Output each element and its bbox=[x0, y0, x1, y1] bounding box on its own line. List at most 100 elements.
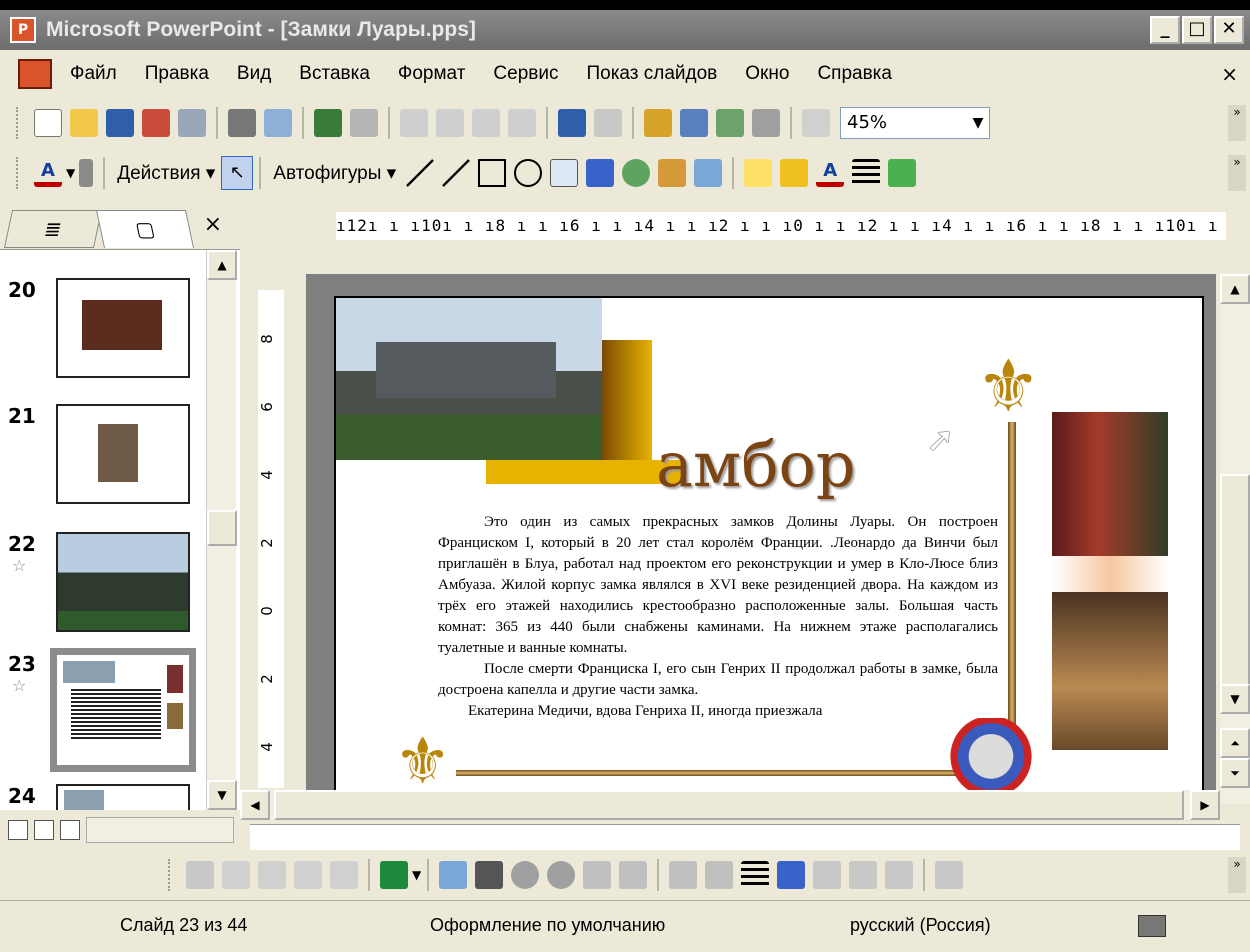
document-icon[interactable] bbox=[18, 59, 52, 89]
text-box-icon[interactable] bbox=[550, 159, 579, 187]
actions-menu[interactable]: Действия ▾ bbox=[111, 162, 221, 185]
minimize-button[interactable]: _ bbox=[1150, 16, 1180, 44]
save-icon[interactable] bbox=[106, 109, 134, 137]
notes-pane[interactable] bbox=[250, 824, 1240, 850]
email-icon[interactable] bbox=[178, 109, 206, 137]
next-slide-icon[interactable]: ⏷ bbox=[1220, 758, 1250, 788]
previous-slide-icon[interactable]: ⏶ bbox=[1220, 728, 1250, 758]
scroll-up-icon[interactable]: ▲ bbox=[207, 250, 237, 280]
align-icon[interactable] bbox=[294, 861, 322, 889]
normal-view-icon[interactable] bbox=[8, 820, 28, 840]
spelling-icon[interactable] bbox=[314, 109, 342, 137]
tab-outline[interactable]: ≣ bbox=[3, 210, 103, 248]
slide-text[interactable]: Это один из самых прекрасных замков Доли… bbox=[438, 512, 998, 722]
wordart-icon[interactable] bbox=[586, 159, 615, 187]
permission-icon[interactable] bbox=[142, 109, 170, 137]
toolbar-grip[interactable] bbox=[16, 107, 22, 139]
slide-thumbnail-20[interactable] bbox=[56, 278, 190, 378]
line-color-icon[interactable] bbox=[780, 159, 809, 187]
shadow-style-icon[interactable] bbox=[888, 159, 917, 187]
menu-view[interactable]: Вид bbox=[237, 63, 271, 85]
toolbar-options-icon[interactable]: » bbox=[1228, 155, 1246, 191]
copy-icon[interactable] bbox=[436, 109, 464, 137]
fill-color-icon[interactable] bbox=[744, 159, 773, 187]
redo-icon[interactable] bbox=[594, 109, 622, 137]
chevron-down-icon[interactable]: ▼ bbox=[967, 108, 989, 138]
reset-picture-icon[interactable] bbox=[935, 861, 964, 889]
scroll-left-icon[interactable]: ◀ bbox=[240, 790, 270, 820]
diagram-icon[interactable] bbox=[622, 159, 651, 187]
percent-icon[interactable] bbox=[186, 861, 214, 889]
bring-forward-icon[interactable] bbox=[222, 861, 250, 889]
menu-file[interactable]: Файл bbox=[70, 63, 117, 85]
scroll-down-icon[interactable]: ▼ bbox=[207, 780, 237, 810]
send-backward-icon[interactable] bbox=[258, 861, 286, 889]
menu-help[interactable]: Справка bbox=[817, 63, 892, 85]
color-icon[interactable] bbox=[475, 861, 504, 889]
toolbar-grip[interactable] bbox=[168, 859, 174, 891]
spelling-status-icon[interactable] bbox=[1138, 915, 1166, 937]
select-objects-icon[interactable]: ↖ bbox=[221, 156, 254, 190]
toolbar-options-icon[interactable] bbox=[79, 159, 94, 187]
line-icon[interactable] bbox=[406, 159, 435, 187]
scroll-right-icon[interactable]: ▶ bbox=[1190, 790, 1220, 820]
clip-art-icon[interactable] bbox=[658, 159, 687, 187]
undo-icon[interactable] bbox=[558, 109, 586, 137]
set-transparent-icon[interactable] bbox=[885, 861, 914, 889]
menu-format[interactable]: Формат bbox=[398, 63, 466, 85]
maximize-button[interactable]: □ bbox=[1182, 16, 1212, 44]
rectangle-icon[interactable] bbox=[478, 159, 507, 187]
research-icon[interactable] bbox=[350, 109, 378, 137]
oval-icon[interactable] bbox=[514, 159, 543, 187]
print-preview-icon[interactable] bbox=[264, 109, 292, 137]
menu-window[interactable]: Окно bbox=[745, 63, 789, 85]
color-grayscale-icon[interactable] bbox=[752, 109, 780, 137]
scroll-down-icon[interactable]: ▼ bbox=[1220, 684, 1250, 714]
less-contrast-icon[interactable] bbox=[547, 861, 576, 889]
insert-table-icon[interactable] bbox=[680, 109, 708, 137]
toolbar-options-icon[interactable]: » bbox=[1228, 105, 1246, 141]
less-brightness-icon[interactable] bbox=[619, 861, 648, 889]
tables-borders-icon[interactable] bbox=[716, 109, 744, 137]
recolor-icon[interactable] bbox=[813, 861, 842, 889]
more-brightness-icon[interactable] bbox=[583, 861, 612, 889]
font-color-icon[interactable]: A bbox=[816, 159, 845, 187]
line-style-icon[interactable] bbox=[852, 159, 881, 187]
show-grid-icon[interactable] bbox=[802, 109, 830, 137]
close-button[interactable]: ✕ bbox=[1214, 16, 1244, 44]
title-bar[interactable]: P Microsoft PowerPoint - [Замки Луары.pp… bbox=[0, 10, 1250, 50]
current-slide[interactable]: Ш амбор ⚜ ⚜ Это один из самых прекрасных… bbox=[334, 296, 1204, 816]
menu-edit[interactable]: Правка bbox=[145, 63, 209, 85]
language-indicator[interactable]: русский (Россия) bbox=[850, 915, 991, 936]
horizontal-scrollbar[interactable]: ◀ ▶ bbox=[240, 790, 1220, 820]
powerpoint-icon[interactable]: P bbox=[10, 17, 36, 43]
scroll-thumb[interactable] bbox=[207, 510, 237, 546]
slideshow-icon[interactable] bbox=[60, 820, 80, 840]
close-pane-icon[interactable]: × bbox=[204, 212, 222, 237]
scroll-thumb[interactable] bbox=[1220, 474, 1250, 704]
open-folder-icon[interactable] bbox=[70, 109, 98, 137]
autoshapes-menu[interactable]: Автофигуры ▾ bbox=[267, 162, 402, 185]
toolbar-grip[interactable] bbox=[16, 157, 22, 189]
thumbnails-scrollbar[interactable]: ▲ ▼ bbox=[206, 250, 237, 810]
chevron-down-icon[interactable]: ▼ bbox=[412, 868, 421, 882]
more-contrast-icon[interactable] bbox=[511, 861, 540, 889]
rotate-icon[interactable] bbox=[705, 861, 734, 889]
view-scrollbar[interactable] bbox=[86, 817, 234, 843]
slide-sorter-icon[interactable] bbox=[34, 820, 54, 840]
crop-icon[interactable] bbox=[669, 861, 698, 889]
toolbar-options-icon[interactable]: » bbox=[1228, 857, 1246, 893]
menu-slideshow[interactable]: Показ слайдов bbox=[586, 63, 717, 85]
insert-picture-icon[interactable] bbox=[694, 159, 723, 187]
insert-picture-icon[interactable] bbox=[439, 861, 468, 889]
arrow-icon[interactable] bbox=[442, 159, 471, 187]
insert-chart-icon[interactable] bbox=[644, 109, 672, 137]
paste-icon[interactable] bbox=[472, 109, 500, 137]
menu-insert[interactable]: Вставка bbox=[299, 63, 370, 85]
menu-tools[interactable]: Сервис bbox=[493, 63, 558, 85]
line-style-icon[interactable] bbox=[741, 861, 770, 889]
compress-icon[interactable] bbox=[777, 861, 806, 889]
zoom-select[interactable]: 45% ▼ bbox=[840, 107, 990, 139]
cut-icon[interactable] bbox=[400, 109, 428, 137]
slide-thumbnail-22[interactable] bbox=[56, 532, 190, 632]
